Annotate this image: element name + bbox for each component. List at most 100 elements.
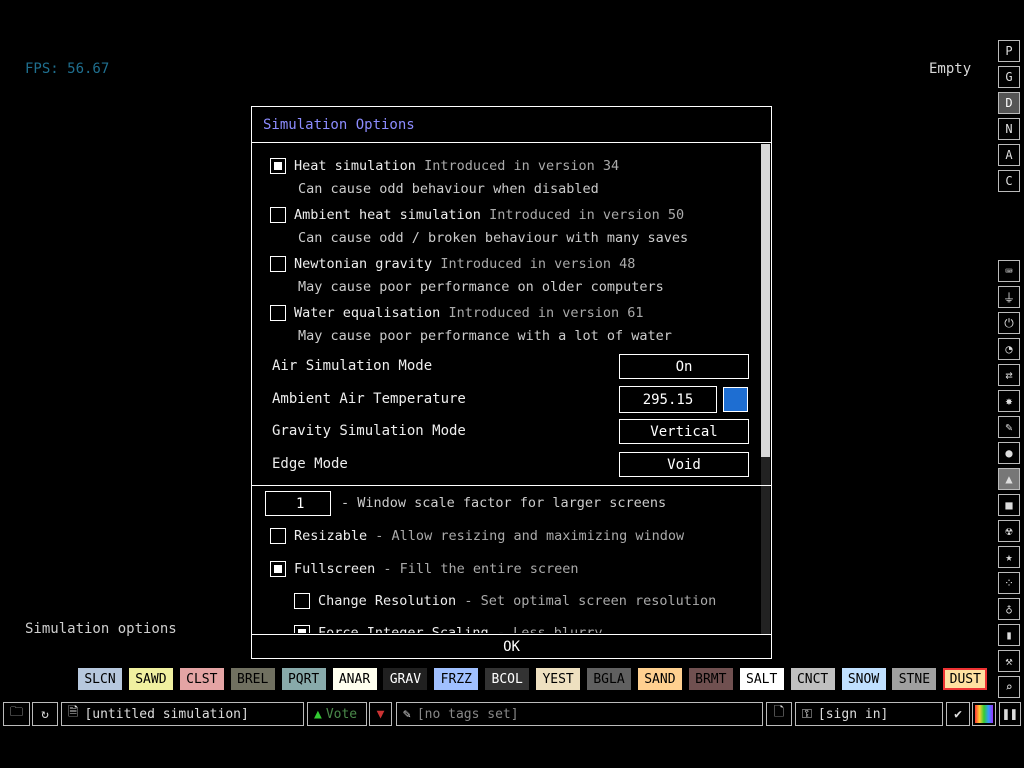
ambient-temp-label: Ambient Air Temperature (272, 391, 466, 407)
gravity-mode-dropdown[interactable]: Vertical (619, 419, 749, 444)
heat-simulation-label: Heat simulation Introduced in version 34 (294, 158, 620, 174)
pause-button[interactable]: ❚❚ (999, 702, 1021, 726)
ok-button[interactable]: OK (252, 634, 771, 658)
scrollbar-thumb[interactable] (761, 144, 770, 457)
folder-icon: 🗀 (9, 705, 23, 720)
new-simulation-button[interactable]: 🗋 (766, 702, 792, 726)
menu-section-p[interactable]: P (998, 40, 1020, 62)
clipped-row: Force Integer Scaling - Less blurry (252, 619, 761, 633)
menu-section-g[interactable]: G (998, 66, 1020, 88)
star-icon: ★ (1005, 550, 1013, 564)
thumb-up-icon: ▲ (314, 706, 322, 722)
element-button-yest[interactable]: YEST (536, 668, 581, 690)
element-button-frzz[interactable]: FRZZ (434, 668, 479, 690)
element-button-brel[interactable]: BREL (230, 668, 275, 690)
resizable-checkbox[interactable] (270, 528, 286, 544)
bookmark-icon: ▮ (1005, 628, 1013, 642)
fullscreen-checkbox[interactable] (270, 561, 286, 577)
radiation-icon: ☢ (1005, 524, 1013, 538)
vote-down-button[interactable]: ▼ (369, 702, 392, 726)
element-button-sand[interactable]: SAND (637, 668, 682, 690)
ambient-temp-input[interactable]: 295.15 (619, 386, 717, 413)
element-button-bcol[interactable]: BCOL (485, 668, 530, 690)
save-icon: 🗎 (68, 705, 79, 720)
category-button-arrows[interactable]: ⇄ (998, 364, 1020, 386)
element-button-slcn[interactable]: SLCN (78, 668, 122, 690)
save-name-button[interactable]: 🗎 [untitled simulation] (61, 702, 304, 726)
element-button-bgla[interactable]: BGLA (587, 668, 631, 690)
water-equalisation-label: Water equalisation Introduced in version… (294, 305, 644, 321)
gravity-mode-label: Gravity Simulation Mode (272, 423, 466, 439)
integer-scaling-checkbox[interactable] (294, 625, 310, 633)
category-button-bookmark[interactable]: ▮ (998, 624, 1020, 646)
heat-simulation-desc: Can cause odd behaviour when disabled (298, 181, 599, 197)
menu-section-a[interactable]: A (998, 144, 1020, 166)
scale-input[interactable]: 1 (265, 491, 331, 516)
sign-in-button[interactable]: ⚿ [sign in] (795, 702, 943, 726)
element-button-snow[interactable]: SNOW (841, 668, 886, 690)
element-button-sawd[interactable]: SAWD (128, 668, 173, 690)
fps-counter: FPS: 56.67 (25, 61, 110, 77)
category-button-keyboard[interactable]: ⌨ (998, 260, 1020, 282)
category-button-hammer[interactable]: ⚒ (998, 650, 1020, 672)
heat-simulation-checkbox[interactable] (270, 158, 286, 174)
element-button-cnct[interactable]: CNCT (790, 668, 835, 690)
vote-up-button[interactable]: ▲ Vote (307, 702, 367, 726)
hammer-icon: ⚒ (1005, 654, 1013, 668)
category-button-flask[interactable]: ▲ (998, 468, 1020, 490)
element-button-pqrt[interactable]: PQRT (281, 668, 326, 690)
arrows-icon: ⇄ (1005, 368, 1013, 382)
thumb-down-icon: ▼ (376, 706, 385, 722)
air-mode-dropdown[interactable]: On (619, 354, 749, 379)
tags-button[interactable]: ✎ [no tags set] (396, 702, 763, 726)
element-button-stne[interactable]: STNE (892, 668, 937, 690)
brush-icon: ✎ (1005, 420, 1013, 434)
edge-mode-dropdown[interactable]: Void (619, 452, 749, 477)
scale-label: - Window scale factor for larger screens (341, 495, 667, 511)
open-save-button[interactable]: 🗀 (3, 702, 30, 726)
element-button-anar[interactable]: ANAR (332, 668, 377, 690)
document-icon: 🗋 (773, 705, 785, 720)
category-button-plug[interactable]: ⏚ (998, 286, 1020, 308)
element-button-salt[interactable]: SALT (739, 668, 784, 690)
newtonian-gravity-desc: May cause poor performance on older comp… (298, 279, 664, 295)
category-button-bulb[interactable]: ♁ (998, 598, 1020, 620)
menu-section-c[interactable]: C (998, 170, 1020, 192)
category-button-brush[interactable]: ✎ (998, 416, 1020, 438)
category-button-search[interactable]: ⌕ (998, 676, 1020, 698)
edge-mode-label: Edge Mode (272, 456, 348, 472)
category-button-square[interactable]: ■ (998, 494, 1020, 516)
reload-button[interactable]: ↻ (32, 702, 58, 726)
render-options-button[interactable] (972, 702, 996, 726)
gauge-icon: ◔ (1005, 342, 1013, 356)
fullscreen-label: Fullscreen - Fill the entire screen (294, 561, 579, 577)
category-button-radiation[interactable]: ☢ (998, 520, 1020, 542)
save-name: [untitled simulation] (84, 706, 249, 722)
water-equalisation-checkbox[interactable] (270, 305, 286, 321)
change-resolution-checkbox[interactable] (294, 593, 310, 609)
resizable-label: Resizable - Allow resizing and maximizin… (294, 528, 685, 544)
element-button-clst[interactable]: CLST (179, 668, 224, 690)
category-button-explosion[interactable]: ✸ (998, 390, 1020, 412)
change-resolution-label: Change Resolution - Set optimal screen r… (318, 593, 717, 609)
category-button-star[interactable]: ★ (998, 546, 1020, 568)
element-button-dust[interactable]: DUST (943, 668, 988, 690)
newtonian-gravity-label: Newtonian gravity Introduced in version … (294, 256, 636, 272)
ambient-heat-checkbox[interactable] (270, 207, 286, 223)
category-button-drop[interactable]: ● (998, 442, 1020, 464)
element-button-brmt[interactable]: BRMT (688, 668, 733, 690)
newtonian-gravity-checkbox[interactable] (270, 256, 286, 272)
category-button-dots[interactable]: ⁘ (998, 572, 1020, 594)
dialog-title: Simulation Options (263, 117, 415, 133)
flask-icon: ▲ (1005, 472, 1013, 486)
category-button-gauge[interactable]: ◔ (998, 338, 1020, 360)
category-button-power[interactable]: ⏻ (998, 312, 1020, 334)
menu-section-n[interactable]: N (998, 118, 1020, 140)
water-equalisation-desc: May cause poor performance with a lot of… (298, 328, 672, 344)
settings-button[interactable]: ✔ (946, 702, 970, 726)
menu-section-d[interactable]: D (998, 92, 1020, 114)
ambient-temp-color-swatch[interactable] (723, 387, 748, 412)
element-button-grav[interactable]: GRAV (383, 668, 428, 690)
reload-icon: ↻ (41, 706, 49, 722)
sign-in-label: [sign in] (817, 706, 889, 722)
